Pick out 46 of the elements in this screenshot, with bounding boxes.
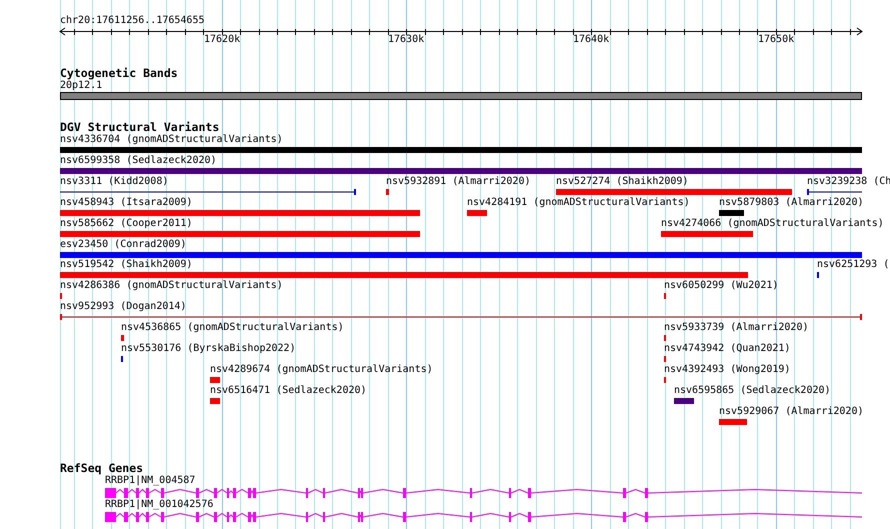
feature-label: nsv527274 (Shaikh2009): [556, 176, 688, 188]
variant-bar[interactable]: [60, 252, 862, 258]
variant-bar[interactable]: [719, 210, 744, 216]
feature-label: nsv4286386 (gnomADStructuralVariants): [60, 280, 283, 292]
transcript-drawing[interactable]: [105, 488, 862, 498]
location-label: chr20:17611256..17654655: [60, 15, 204, 27]
tick-label: 17630k: [388, 34, 424, 46]
feature-label: nsv5933739 (Almarri2020): [664, 322, 808, 334]
band-label: 20p12.1: [60, 80, 102, 92]
transcript-drawing[interactable]: [105, 512, 862, 522]
feature-label: nsv4743942 (Quan2021): [664, 343, 790, 355]
variant-bar[interactable]: [60, 168, 862, 174]
feature-label: nsv4289674 (gnomADStructuralVariants): [210, 364, 433, 376]
feature-label: nsv5530176 (ByrskaBishop2022): [121, 343, 296, 355]
variant-bar[interactable]: [674, 398, 694, 404]
variant-line[interactable]: [60, 314, 862, 320]
feature-label: nsv585662 (Cooper2011): [60, 218, 192, 230]
feature-label: nsv6516471 (Sedlazeck2020): [210, 384, 367, 397]
variant-line[interactable]: [807, 188, 862, 195]
track-title: DGV Structural Variants: [60, 121, 220, 134]
feature-label: nsv519542 (Shaikh2009): [60, 259, 192, 272]
feature-label: nsv4536865 (gnomADStructuralVariants): [121, 322, 344, 334]
feature-label: nsv4392493 (Wong2019): [664, 364, 790, 376]
feature-label: nsv6050299 (Wu2021): [664, 280, 778, 292]
cytoband-bar[interactable]: [60, 92, 862, 100]
track-title: Cytogenetic Bands: [60, 67, 178, 80]
tick-label: 17640k: [573, 34, 610, 46]
track-title: RefSeq Genes: [60, 462, 144, 475]
feature-label: nsv4336704 (gnomADStructuralVariants): [60, 134, 283, 146]
transcript-label: RRBP1|NM_001042576: [105, 499, 214, 511]
variant-line[interactable]: [60, 188, 356, 195]
transcript-label: RRBP1|NM_004587: [105, 475, 196, 487]
feature-label: nsv4274066 (gnomADStructuralVariants): [661, 218, 884, 230]
feature-label: nsv6251293 (: [817, 259, 890, 272]
feature-label: nsv5879803 (Almarri2020): [719, 196, 864, 209]
feature-label: nsv458943 (Itsara2009): [60, 196, 192, 209]
feature-label: esv23450 (Conrad2009): [60, 238, 186, 250]
feature-label: nsv3311 (Kidd2008): [60, 176, 168, 188]
tick-label: 17620k: [204, 34, 240, 46]
feature-label: nsv5929067 (Almarri2020): [719, 406, 864, 418]
feature-label: nsv952993 (Dogan2014): [60, 301, 186, 314]
feature-label: nsv6595865 (Sedlazeck2020): [674, 384, 831, 397]
feature-label: nsv6599358 (Sedlazeck2020): [60, 154, 217, 167]
feature-label: nsv4284191 (gnomADStructuralVariants): [467, 196, 690, 209]
tick-label: 17650k: [758, 34, 794, 46]
feature-label: nsv5932891 (Almarri2020): [386, 176, 530, 188]
